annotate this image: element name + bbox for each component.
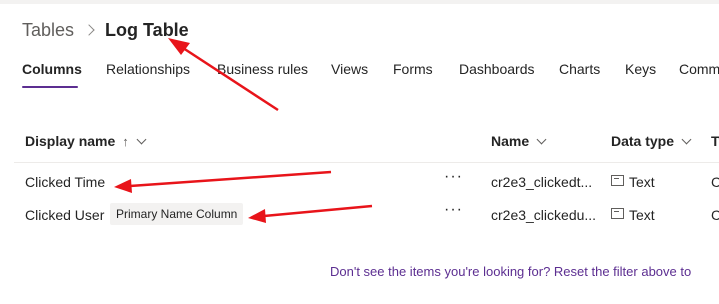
annotation-arrow (248, 204, 373, 223)
annotation-arrow (168, 38, 279, 112)
annotation-arrows (114, 38, 373, 223)
annotation-arrow (114, 170, 332, 193)
